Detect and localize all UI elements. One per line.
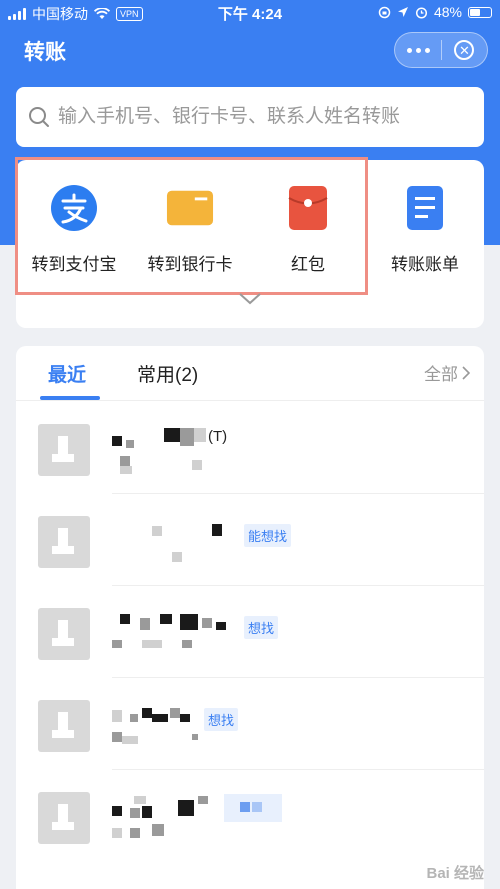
contact-row[interactable]: [16, 770, 484, 862]
contact-suffix: (T): [208, 428, 228, 445]
tab-frequent[interactable]: 常用(2): [137, 360, 198, 387]
red-packet-icon: [284, 184, 332, 232]
avatar: [38, 608, 90, 660]
watermark: Bai 经验: [426, 865, 484, 882]
bank-card-icon: [166, 184, 214, 232]
red-packet-button[interactable]: 红包: [250, 180, 366, 275]
close-icon: ✕: [454, 40, 475, 60]
view-all-link[interactable]: 全部: [424, 360, 470, 385]
avatar: [38, 792, 90, 844]
transfer-to-alipay-button[interactable]: 转到支付宝: [16, 180, 132, 275]
contact-row[interactable]: 能想找: [16, 494, 484, 586]
contacts-card: 最近 常用(2) 全部 (T) 能想找 想找 想找: [16, 346, 484, 889]
search-icon: [29, 107, 49, 127]
contact-row[interactable]: (T): [16, 402, 484, 494]
search-bar[interactable]: [16, 87, 484, 147]
search-input[interactable]: [58, 106, 468, 128]
battery-percent: 48%: [433, 4, 462, 20]
transfer-to-bank-card-button[interactable]: 转到银行卡: [132, 180, 248, 275]
more-icon: [406, 47, 412, 53]
tab-recent[interactable]: 最近: [48, 360, 86, 387]
expand-button[interactable]: [238, 292, 262, 311]
avatar: [38, 516, 90, 568]
transfer-bill-button[interactable]: 转账账单: [367, 180, 483, 275]
page-title: 转账: [24, 41, 66, 64]
alipay-icon: [50, 184, 98, 232]
chevron-down-icon: [239, 293, 261, 305]
contact-tag: 想找: [244, 616, 279, 639]
chevron-right-icon: [462, 365, 470, 380]
bill-icon: [401, 184, 449, 232]
close-button[interactable]: ✕: [442, 33, 487, 67]
avatar: [38, 700, 90, 752]
contact-tag: 想找: [204, 708, 239, 731]
contact-row[interactable]: 想找: [16, 586, 484, 678]
contact-tag: 能想找: [244, 524, 292, 547]
status-bar: 中国移动 VPN 下午 4:24 48%: [0, 0, 500, 24]
miniapp-capsule: ✕: [394, 32, 488, 68]
avatar: [38, 424, 90, 476]
action-label: 转账账单: [391, 255, 459, 274]
action-label: 转到银行卡: [147, 255, 233, 274]
action-label: 转到支付宝: [31, 255, 117, 274]
view-all-label: 全部: [424, 365, 458, 384]
action-label: 红包: [291, 255, 325, 274]
more-button[interactable]: [395, 33, 441, 67]
contact-tag-blurred: [224, 794, 282, 822]
battery-icon: [468, 6, 492, 18]
location-icon: [397, 7, 408, 17]
alarm-icon: [415, 6, 428, 19]
rotation-lock-icon: [378, 6, 391, 18]
contact-row[interactable]: 想找: [16, 678, 484, 770]
